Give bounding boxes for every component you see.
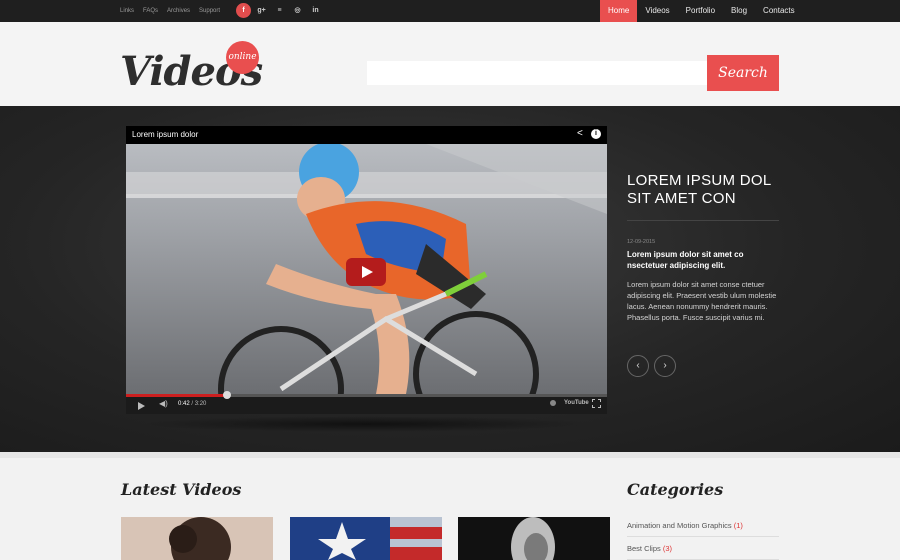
google-plus-icon[interactable]: g+ [254,3,269,18]
top-links: Links FAQs Archives Support [120,0,229,22]
time-display: 0:42 / 3:20 [178,401,207,407]
play-overlay-button[interactable] [346,258,386,286]
hero-text: Lorem ipsum dolor sit amet conse ctetuer… [627,280,777,322]
hero-date: 12-09-2015 [627,239,656,245]
chevron-left-icon[interactable]: ‹ [627,355,649,377]
progress-bar[interactable] [126,391,607,399]
thumb-image-3 [458,517,610,560]
chevron-right-icon[interactable]: › [654,355,676,377]
category-list: Animation and Motion Graphics (1) Best C… [627,514,779,560]
player-controls: ◀) 0:42 / 3:20 YouTube [126,391,607,414]
hero-sidebar: LOREM IPSUM DOL SIT AMET CON 12-09-2015 … [627,172,779,323]
main-nav: Home Videos Portfolio Blog Contacts [600,0,803,24]
category-name: Animation and Motion Graphics [627,521,732,530]
play-icon[interactable] [138,402,145,410]
hero-bottom-divider [0,452,900,458]
top-link-support[interactable]: Support [199,8,220,14]
video-player[interactable]: Lorem ipsum dolor < i ◀) 0:42 / 3:20 You… [126,126,607,414]
settings-icon[interactable] [550,400,556,406]
nav-portfolio[interactable]: Portfolio [678,0,723,22]
player-title-bar: Lorem ipsum dolor < i [126,126,607,144]
player-shadow [140,416,593,432]
search-button[interactable]: Search [707,55,779,91]
hero-heading: LOREM IPSUM DOL SIT AMET CON [627,172,771,207]
rss-icon[interactable]: ≡ [272,3,287,18]
category-name: Best Clips [627,544,661,553]
search-input[interactable] [367,61,707,85]
video-thumbnail[interactable] [126,144,607,394]
nav-videos[interactable]: Videos [637,0,677,22]
info-icon[interactable]: i [591,129,601,139]
slider-arrows: ‹ › [627,355,676,377]
skype-icon[interactable]: ◎ [290,3,305,18]
video-thumb-2[interactable] [290,517,442,560]
hero-section: Lorem ipsum dolor < i ◀) 0:42 / 3:20 You… [0,106,900,452]
site-header: Videos online Search [0,22,900,106]
youtube-logo[interactable]: YouTube [564,400,589,406]
top-link-links[interactable]: Links [120,8,134,14]
progress-fill [126,394,227,397]
hero-subtitle[interactable]: Lorem ipsum dolor sit amet co nsectetuer… [627,249,779,271]
nav-home[interactable]: Home [600,0,638,24]
category-item[interactable]: Best Clips (3) [627,537,779,560]
top-link-archives[interactable]: Archives [167,8,190,14]
latest-videos-title: Latest Videos [121,480,242,499]
duration: 3:20 [194,401,207,407]
video-thumb-1[interactable] [121,517,273,560]
top-bar: Links FAQs Archives Support f g+ ≡ ◎ in … [0,0,900,24]
current-time: 0:42 [178,401,190,407]
fullscreen-icon[interactable] [592,399,601,408]
video-title[interactable]: Lorem ipsum dolor [132,130,198,139]
category-count: (3) [662,544,673,553]
share-icon[interactable]: < [577,128,583,139]
nav-blog[interactable]: Blog [723,0,755,22]
top-link-faqs[interactable]: FAQs [143,8,158,14]
progress-knob[interactable] [223,391,231,399]
category-item[interactable]: Animation and Motion Graphics (1) [627,514,779,537]
logo-badge: online [226,41,259,74]
thumb-image-2 [290,517,442,560]
social-icons: f g+ ≡ ◎ in [236,3,323,18]
linkedin-icon[interactable]: in [308,3,323,18]
thumb-image-1 [121,517,273,560]
nav-contacts[interactable]: Contacts [755,0,803,22]
category-count: (1) [733,521,743,530]
facebook-icon[interactable]: f [236,3,251,18]
volume-icon[interactable]: ◀) [159,399,168,408]
categories-title: Categories [627,480,724,499]
hero-divider [627,220,779,221]
video-thumb-3[interactable] [458,517,610,560]
